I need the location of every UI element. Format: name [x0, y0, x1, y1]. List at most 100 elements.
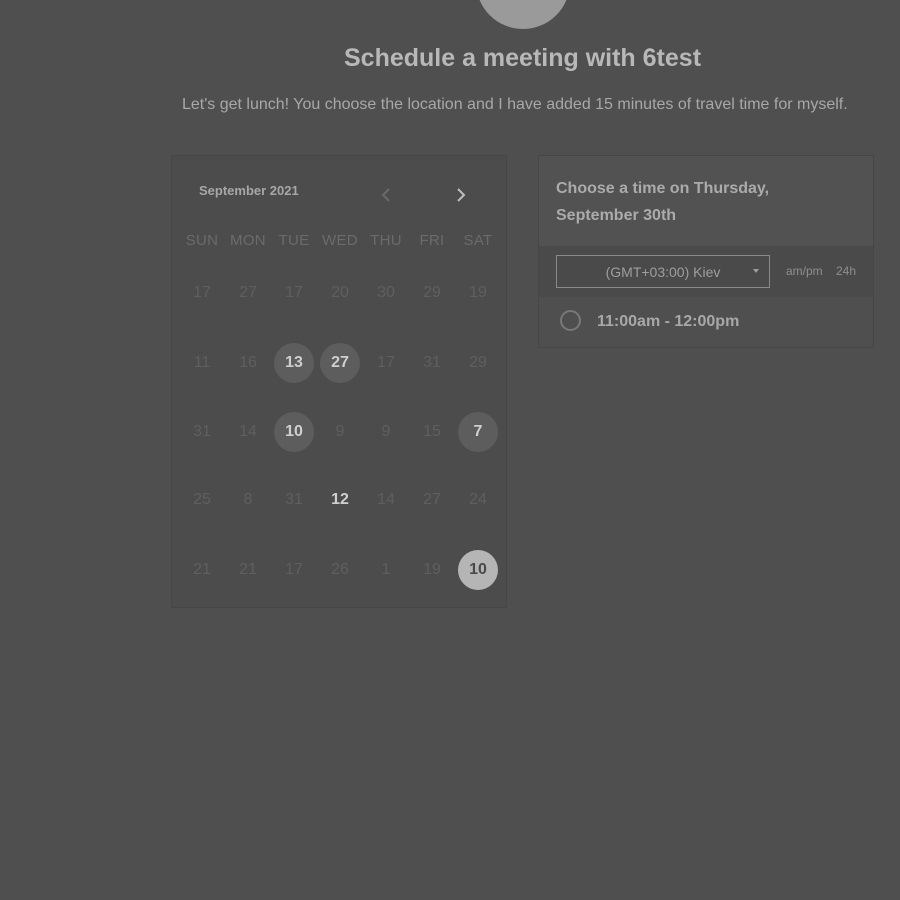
calendar-day-number: 10	[285, 423, 303, 440]
calendar-day: 14	[225, 410, 271, 454]
calendar-day: 31	[179, 410, 225, 454]
calendar-day: 17	[271, 548, 317, 592]
calendar-day-number: 25	[193, 491, 211, 508]
calendar-day-number: 30	[377, 284, 395, 301]
calendar-day-number: 20	[331, 284, 349, 301]
calendar-day: 9	[363, 410, 409, 454]
calendar-day-available[interactable]: 27	[317, 341, 363, 385]
calendar-day: 31	[271, 478, 317, 522]
calendar-day: 8	[225, 478, 271, 522]
calendar-week: 17 27 17 20 30 29 19	[179, 271, 501, 315]
weekday-label: THU	[370, 232, 402, 249]
calendar-day: 30	[363, 271, 409, 315]
calendar-day-number: 1	[381, 561, 391, 578]
calendar-day-number: 31	[193, 423, 211, 440]
calendar-day: 26	[317, 548, 363, 592]
weekday-header: SUN MON TUE WED THU FRI SAT	[179, 232, 501, 249]
prev-month-button[interactable]	[375, 184, 397, 206]
calendar-day-number: 17	[285, 284, 303, 301]
calendar-day-number: 24	[469, 491, 487, 508]
calendar-day-number: 9	[335, 423, 345, 440]
calendar-day-number: 29	[469, 354, 487, 371]
calendar-day-number: 27	[331, 354, 349, 371]
time-panel-title: Choose a time on Thursday, September 30t…	[556, 180, 770, 224]
calendar-day-number: 21	[239, 561, 257, 578]
calendar-month-label: September 2021	[199, 183, 299, 198]
calendar-day-number: 7	[473, 423, 483, 440]
calendar-day-number: 14	[377, 491, 395, 508]
calendar-day-number: 31	[285, 491, 303, 508]
calendar-day: 16	[225, 341, 271, 385]
calendar-day-number: 15	[423, 423, 441, 440]
calendar-day-number: 17	[377, 354, 395, 371]
calendar-day-number: 8	[243, 491, 253, 508]
calendar-day: 17	[179, 271, 225, 315]
calendar-day-number: 12	[331, 491, 349, 508]
calendar-day: 29	[409, 271, 455, 315]
calendar-day-number: 21	[193, 561, 211, 578]
calendar-day: 19	[409, 548, 455, 592]
calendar-day: 24	[455, 478, 501, 522]
format-ampm-toggle[interactable]: am/pm	[786, 264, 823, 278]
format-24h-toggle[interactable]: 24h	[836, 264, 856, 278]
weekday-label: MON	[230, 232, 266, 249]
radio-button[interactable]	[560, 310, 581, 331]
calendar-day-available[interactable]: 12	[317, 478, 363, 522]
calendar-day: 20	[317, 271, 363, 315]
calendar-week: 31 14 10 9 9 15 7	[179, 410, 501, 454]
chevron-left-icon	[381, 188, 390, 202]
calendar-day-available[interactable]: 10	[271, 410, 317, 454]
time-selection-panel: Choose a time on Thursday, September 30t…	[538, 155, 874, 348]
calendar-day-number: 9	[381, 423, 391, 440]
calendar-day: 19	[455, 271, 501, 315]
calendar-day: 14	[363, 478, 409, 522]
timezone-select[interactable]: (GMT+03:00) Kiev	[556, 255, 770, 288]
timezone-value: (GMT+03:00) Kiev	[605, 263, 721, 280]
calendar-day-number: 16	[239, 354, 257, 371]
weekday-label: SUN	[185, 232, 219, 249]
calendar-day-number: 27	[423, 491, 441, 508]
chevron-right-icon	[457, 188, 466, 202]
calendar-day-number: 26	[331, 561, 349, 578]
page-title: Schedule a meeting with 6test	[343, 44, 702, 72]
caret-down-icon	[753, 269, 759, 273]
weekday-label: TUE	[278, 232, 310, 249]
calendar-day: 21	[179, 548, 225, 592]
calendar-day: 29	[455, 341, 501, 385]
calendar: September 2021 SUN MON TUE WED THU FRI S…	[171, 155, 507, 608]
calendar-day-number: 19	[469, 284, 487, 301]
weekday-label: FRI	[419, 232, 445, 249]
calendar-day-number: 31	[423, 354, 441, 371]
calendar-day-available[interactable]: 13	[271, 341, 317, 385]
calendar-day: 15	[409, 410, 455, 454]
calendar-day-available[interactable]: 7	[455, 410, 501, 454]
next-month-button[interactable]	[450, 184, 472, 206]
calendar-day: 9	[317, 410, 363, 454]
calendar-day: 27	[409, 478, 455, 522]
calendar-day-number: 11	[193, 354, 211, 371]
calendar-day: 31	[409, 341, 455, 385]
calendar-day: 27	[225, 271, 271, 315]
avatar	[476, 0, 570, 29]
calendar-day: 25	[179, 478, 225, 522]
calendar-day-number: 17	[193, 284, 211, 301]
calendar-week: 25 8 31 12 14 27 24	[179, 478, 501, 522]
weekday-label: WED	[322, 232, 358, 249]
time-slot-label: 11:00am - 12:00pm	[597, 313, 740, 330]
calendar-day-number: 29	[423, 284, 441, 301]
calendar-day-number: 10	[469, 561, 487, 578]
time-panel-header: Choose a time on Thursday, September 30t…	[539, 156, 873, 246]
calendar-day: 17	[363, 341, 409, 385]
calendar-week: 11 16 13 27 17 31 29	[179, 341, 501, 385]
meeting-description: Let's get lunch! You choose the location…	[182, 96, 848, 113]
calendar-day-number: 27	[239, 284, 257, 301]
calendar-day: 21	[225, 548, 271, 592]
calendar-day-number: 19	[423, 561, 441, 578]
calendar-day: 17	[271, 271, 317, 315]
calendar-day-number: 17	[285, 561, 303, 578]
time-slot[interactable]: 11:00am - 12:00pm	[539, 297, 873, 347]
calendar-week: 21 21 17 26 1 19 10	[179, 548, 501, 592]
calendar-day: 11	[179, 341, 225, 385]
calendar-day-selected[interactable]: 10	[455, 548, 501, 592]
weekday-label: SAT	[463, 232, 493, 249]
